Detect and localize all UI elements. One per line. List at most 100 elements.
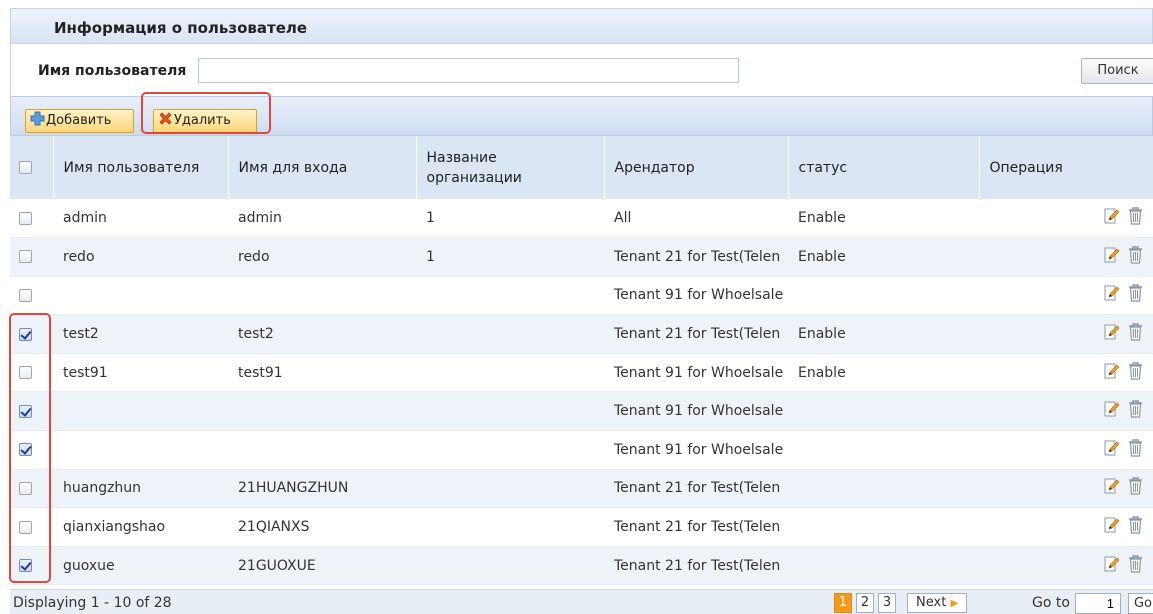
x-icon bbox=[158, 111, 173, 134]
row-checkbox[interactable] bbox=[19, 250, 32, 264]
search-label: Имя пользователя bbox=[38, 63, 187, 79]
arrow-right-icon: ▶ bbox=[950, 598, 959, 609]
cell-tenant: All bbox=[604, 199, 788, 239]
row-select-cell bbox=[10, 353, 53, 393]
trash-icon[interactable] bbox=[1128, 284, 1143, 306]
trash-icon[interactable] bbox=[1128, 361, 1143, 384]
row-checkbox[interactable] bbox=[19, 211, 32, 225]
row-checkbox[interactable] bbox=[19, 520, 32, 534]
cell-operations bbox=[979, 507, 1153, 547]
column-header[interactable]: Арендатор bbox=[604, 136, 789, 199]
cell-status bbox=[788, 276, 979, 316]
column-header[interactable]: статус bbox=[788, 136, 980, 199]
column-header: Операция bbox=[979, 136, 1153, 199]
next-page-button[interactable]: Next ▶ bbox=[907, 593, 968, 613]
cell-status: Enable bbox=[788, 314, 979, 354]
go-button[interactable]: Go bbox=[1128, 593, 1153, 614]
cell-username: test91 bbox=[53, 353, 228, 393]
cell-organization bbox=[416, 430, 604, 470]
cell-operations bbox=[979, 469, 1153, 509]
trash-icon[interactable] bbox=[1128, 439, 1143, 461]
cell-organization bbox=[416, 507, 604, 547]
page-3-button[interactable]: 3 bbox=[878, 593, 896, 613]
column-header[interactable]: Имя для входа bbox=[228, 136, 417, 199]
edit-icon[interactable] bbox=[1103, 362, 1120, 384]
search-input[interactable] bbox=[198, 58, 739, 83]
page-2-button[interactable]: 2 bbox=[856, 593, 874, 613]
table-row[interactable]: huangzhun 21HUANGZHUN Tenant 21 for Test(T… bbox=[10, 469, 1153, 509]
row-checkbox[interactable] bbox=[19, 481, 32, 495]
row-select-cell bbox=[10, 546, 53, 586]
row-select-cell bbox=[10, 430, 53, 470]
cell-status bbox=[788, 430, 979, 470]
page-1-button[interactable]: 1 bbox=[834, 593, 852, 613]
row-checkbox[interactable] bbox=[19, 404, 32, 418]
trash-icon[interactable] bbox=[1128, 554, 1143, 577]
table-row[interactable]: test91 test91 Tenant 91 for Whoelsale Enabl… bbox=[10, 353, 1153, 393]
add-button[interactable]: Добавить bbox=[25, 109, 134, 133]
trash-icon[interactable] bbox=[1128, 207, 1143, 229]
row-checkbox[interactable] bbox=[19, 366, 32, 380]
delete-button[interactable]: Удалить bbox=[153, 109, 257, 133]
goto-label: Go to bbox=[1032, 595, 1070, 611]
edit-icon[interactable] bbox=[1103, 400, 1120, 422]
trash-icon[interactable] bbox=[1128, 400, 1143, 422]
edit-icon[interactable] bbox=[1103, 246, 1120, 268]
edit-icon[interactable] bbox=[1103, 207, 1120, 229]
column-header[interactable]: Имя пользователя bbox=[53, 136, 229, 199]
cell-status bbox=[788, 546, 979, 586]
column-header[interactable]: Название организации bbox=[416, 136, 605, 199]
cell-status bbox=[788, 391, 979, 432]
row-checkbox[interactable] bbox=[19, 559, 32, 573]
row-checkbox[interactable] bbox=[19, 443, 32, 457]
cell-login: admin bbox=[228, 199, 416, 239]
table-row[interactable]: guoxue 21GUOXUE Tenant 21 for Test(Telen bbox=[10, 546, 1153, 586]
table-row[interactable]: admin admin 1 All Enable bbox=[10, 199, 1153, 239]
cell-organization bbox=[416, 276, 604, 316]
edit-icon[interactable] bbox=[1103, 477, 1120, 499]
row-checkbox[interactable] bbox=[19, 327, 32, 341]
table-row[interactable]: redo redo 1 Tenant 21 for Test(Telen Enable bbox=[10, 237, 1153, 277]
panel-title: Информация о пользователе bbox=[54, 19, 308, 37]
goto-input[interactable] bbox=[1075, 593, 1121, 614]
edit-icon[interactable] bbox=[1103, 323, 1120, 345]
edit-icon[interactable] bbox=[1103, 439, 1120, 461]
cell-username: guoxue bbox=[53, 546, 228, 586]
cell-operations bbox=[979, 391, 1153, 432]
cell-login: redo bbox=[228, 237, 416, 277]
cell-username bbox=[53, 391, 228, 432]
cell-username: qianxiangshao bbox=[53, 507, 228, 547]
search-button[interactable]: Поиск bbox=[1081, 58, 1153, 84]
edit-icon[interactable] bbox=[1103, 516, 1120, 538]
cell-username: test2 bbox=[53, 314, 228, 354]
cell-organization bbox=[416, 391, 604, 432]
toolbar: Добавить Удалить bbox=[10, 92, 1153, 136]
cell-login: test2 bbox=[228, 314, 416, 354]
row-checkbox[interactable] bbox=[19, 288, 32, 302]
row-select-cell bbox=[10, 237, 53, 277]
cell-organization bbox=[416, 353, 604, 393]
edit-icon[interactable] bbox=[1103, 555, 1120, 577]
row-select-cell bbox=[10, 469, 53, 509]
cell-status bbox=[788, 507, 979, 547]
table-row[interactable]: Tenant 91 for Whoelsale bbox=[10, 391, 1153, 432]
next-label: Next bbox=[916, 595, 947, 610]
cell-tenant: Tenant 21 for Test(Telen bbox=[604, 507, 788, 547]
trash-icon[interactable] bbox=[1128, 246, 1143, 268]
trash-icon[interactable] bbox=[1128, 477, 1143, 499]
table-row[interactable]: test2 test2 Tenant 21 for Test(Telen Enable bbox=[10, 314, 1153, 354]
cell-username: redo bbox=[53, 237, 228, 277]
cell-operations bbox=[979, 276, 1153, 316]
table-row[interactable]: qianxiangshao 21QIANXS Tenant 21 for Test(… bbox=[10, 507, 1153, 547]
cell-tenant: Tenant 91 for Whoelsale bbox=[604, 391, 788, 432]
table-row[interactable]: Tenant 91 for Whoelsale bbox=[10, 430, 1153, 470]
users-table: Имя пользователя Имя для входа Название … bbox=[10, 136, 1153, 586]
cell-operations bbox=[979, 353, 1153, 393]
select-all-checkbox[interactable] bbox=[19, 161, 32, 174]
table-row[interactable]: Tenant 91 for Whoelsale bbox=[10, 276, 1153, 316]
search-bar: Имя пользователя Поиск bbox=[10, 44, 1153, 96]
cell-login bbox=[228, 430, 416, 470]
trash-icon[interactable] bbox=[1128, 516, 1143, 538]
edit-icon[interactable] bbox=[1103, 284, 1120, 306]
trash-icon[interactable] bbox=[1128, 323, 1143, 345]
